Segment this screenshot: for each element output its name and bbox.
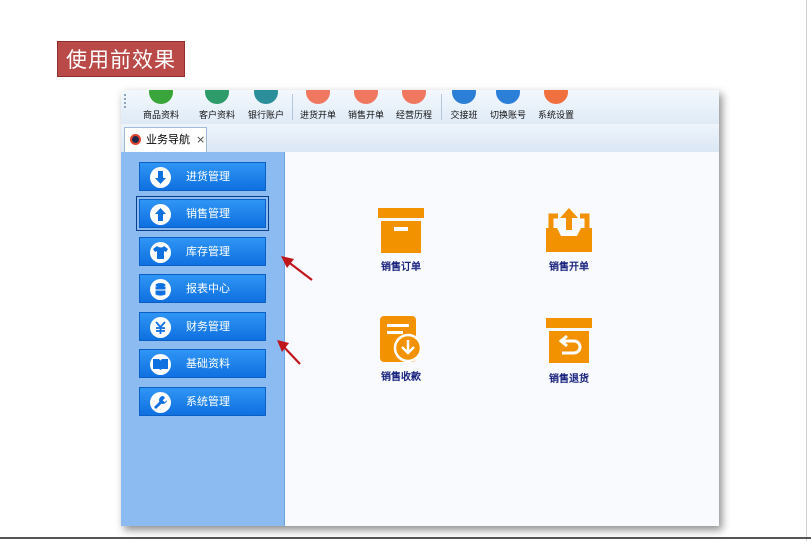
app-window: 商品资料 客户资料 银行账户 进货开单 销售开单 经营历程 交接班 切换账号 系… xyxy=(121,90,719,526)
sidebar-item-inventory[interactable]: 库存管理 xyxy=(139,237,266,266)
switch-account-icon xyxy=(496,90,520,104)
arrow-down-icon xyxy=(150,167,171,188)
tile-sales-invoice[interactable]: 销售开单 xyxy=(529,206,609,273)
shift-icon xyxy=(452,90,476,104)
sidebar-item-system[interactable]: 系统管理 xyxy=(139,387,266,416)
toolbar-button-settings[interactable]: 系统设置 xyxy=(534,90,578,124)
wrench-icon xyxy=(150,392,171,413)
bank-icon xyxy=(254,90,278,104)
toolbar-label: 经营历程 xyxy=(395,111,432,121)
purchase-icon xyxy=(306,90,330,104)
page-border-bottom xyxy=(0,537,811,539)
toolbar-button-bank[interactable]: 银行账户 xyxy=(244,90,288,124)
tab-bar: 业务导航 × xyxy=(121,124,719,153)
toolbar-label: 销售开单 xyxy=(347,111,384,121)
page-border-right xyxy=(806,0,807,541)
book-icon xyxy=(150,354,171,375)
toolbar-button-shift[interactable]: 交接班 xyxy=(446,90,482,124)
tile-label: 销售开单 xyxy=(549,262,589,273)
toolbar-label: 客户资料 xyxy=(198,111,235,121)
customer-icon xyxy=(205,90,229,104)
sidebar-item-label: 财务管理 xyxy=(186,320,230,333)
toolbar-button-customers[interactable]: 客户资料 xyxy=(195,90,239,124)
tab-title: 业务导航 xyxy=(146,133,190,146)
product-icon xyxy=(149,90,173,104)
toolbar-separator xyxy=(292,94,293,120)
receipt-download-icon xyxy=(380,316,423,363)
sidebar-item-basic-data[interactable]: 基础资料 xyxy=(139,349,266,378)
sidebar-item-purchase[interactable]: 进货管理 xyxy=(139,162,266,191)
toolbar-button-purchase-order[interactable]: 进货开单 xyxy=(296,90,340,124)
toolbar-label: 商品资料 xyxy=(142,111,179,121)
sidebar-item-reports[interactable]: 报表中心 xyxy=(139,274,266,303)
toolbar-button-switch-account[interactable]: 切换账号 xyxy=(486,90,530,124)
tile-sales-return[interactable]: 销售退货 xyxy=(529,318,609,385)
sidebar-item-label: 基础资料 xyxy=(186,357,230,370)
sidebar-item-sales[interactable]: 销售管理 xyxy=(136,196,269,231)
annotation-arrow-icon xyxy=(277,340,301,365)
sidebar-item-label: 系统管理 xyxy=(186,395,230,408)
sidebar-item-finance[interactable]: 财务管理 xyxy=(139,312,266,341)
toolbar-label: 切换账号 xyxy=(489,111,526,121)
return-box-icon xyxy=(546,318,592,363)
toolbar: 商品资料 客户资料 银行账户 进货开单 销售开单 经营历程 交接班 切换账号 系… xyxy=(121,90,719,125)
outbox-icon xyxy=(546,208,592,252)
tile-label: 销售退货 xyxy=(549,374,589,385)
toolbar-button-history[interactable]: 经营历程 xyxy=(392,90,436,124)
yuan-icon xyxy=(150,317,171,338)
box-icon xyxy=(378,208,424,253)
toolbar-label: 系统设置 xyxy=(537,111,574,121)
database-icon xyxy=(150,279,171,300)
toolbar-separator xyxy=(441,94,442,120)
toolbar-label: 交接班 xyxy=(450,111,478,121)
tile-sales-order[interactable]: 销售订单 xyxy=(361,208,441,273)
tile-sales-collection[interactable]: 销售收款 xyxy=(361,314,441,383)
history-icon xyxy=(402,90,426,104)
annotation-arrow-icon xyxy=(281,256,313,281)
sales-icon xyxy=(354,90,378,104)
sidebar-item-label: 库存管理 xyxy=(186,245,230,258)
app-logo-icon xyxy=(130,134,141,145)
toolbar-button-products[interactable]: 商品资料 xyxy=(139,90,183,124)
caption-label: 使用前效果 xyxy=(57,41,185,77)
shirt-icon xyxy=(150,242,171,263)
sidebar: 进货管理 销售管理 库存管理 报表中心 财务管理 基础资料 系统管理 xyxy=(121,152,285,526)
toolbar-grip[interactable] xyxy=(124,94,128,108)
toolbar-label: 银行账户 xyxy=(247,111,284,121)
settings-icon xyxy=(544,90,568,104)
tile-label: 销售订单 xyxy=(381,262,421,273)
sidebar-item-label: 进货管理 xyxy=(186,170,230,183)
tab-business-nav[interactable]: 业务导航 × xyxy=(124,127,207,152)
tile-label: 销售收款 xyxy=(381,372,421,383)
sidebar-item-label: 销售管理 xyxy=(186,207,230,220)
sidebar-item-label: 报表中心 xyxy=(186,282,230,295)
toolbar-button-sales-order[interactable]: 销售开单 xyxy=(344,90,388,124)
arrow-up-icon xyxy=(150,204,171,225)
close-icon[interactable]: × xyxy=(196,128,205,151)
toolbar-label: 进货开单 xyxy=(299,111,336,121)
main-panel: 销售订单 销售开单 销售收款 销售退货 xyxy=(285,152,719,526)
